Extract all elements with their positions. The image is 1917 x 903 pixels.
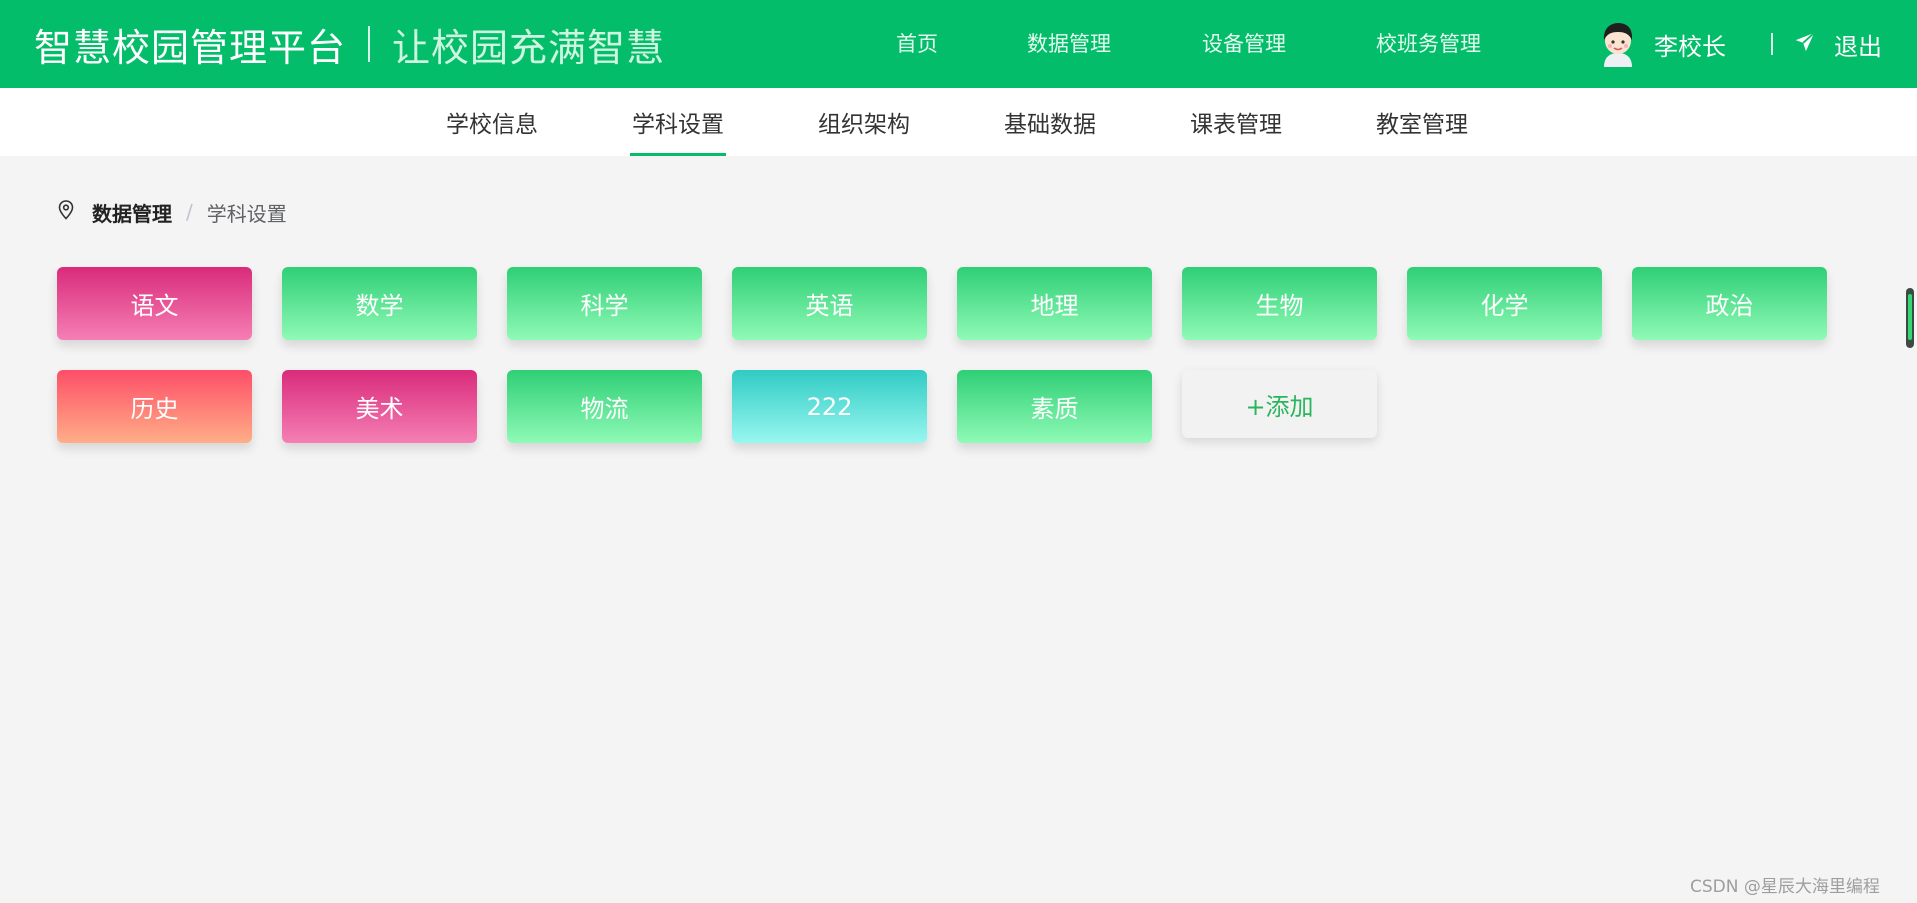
subject-card-chemistry[interactable]: 化学 bbox=[1407, 267, 1602, 340]
avatar bbox=[1598, 21, 1638, 67]
scrollbar[interactable] bbox=[1906, 288, 1914, 348]
subject-card-222[interactable]: 222 bbox=[732, 370, 927, 443]
subject-card-art[interactable]: 美术 bbox=[282, 370, 477, 443]
subject-card-science[interactable]: 科学 bbox=[507, 267, 702, 340]
breadcrumb-current: 学科设置 bbox=[206, 201, 287, 226]
brand: 智慧校园管理平台 让校园充满智慧 bbox=[34, 22, 665, 70]
subject-card-math[interactable]: 数学 bbox=[282, 267, 477, 340]
tab-classroom[interactable]: 教室管理 bbox=[1374, 88, 1470, 156]
logout-button[interactable]: 退出 bbox=[1794, 24, 1882, 64]
breadcrumb: 数据管理 / 学科设置 bbox=[58, 198, 287, 226]
subject-card-biology[interactable]: 生物 bbox=[1182, 267, 1377, 340]
top-header: 智慧校园管理平台 让校园充满智慧 首页 数据管理 设备管理 校班务管理 李校长 bbox=[0, 0, 1917, 88]
nav-class-affairs[interactable]: 校班务管理 bbox=[1376, 28, 1481, 60]
subject-card-politics[interactable]: 政治 bbox=[1632, 267, 1827, 340]
user-name: 李校长 bbox=[1654, 32, 1726, 61]
nav-home[interactable]: 首页 bbox=[896, 28, 938, 60]
subject-card-geography[interactable]: 地理 bbox=[957, 267, 1152, 340]
nav-data-management[interactable]: 数据管理 bbox=[1027, 28, 1111, 60]
subject-card-chinese[interactable]: 语文 bbox=[57, 267, 252, 340]
app-slogan: 让校园充满智慧 bbox=[392, 25, 666, 70]
sub-nav: 学校信息 学科设置 组织架构 基础数据 课表管理 教室管理 bbox=[0, 88, 1917, 156]
watermark: CSDN @星辰大海里编程 bbox=[1690, 877, 1880, 897]
location-pin-icon bbox=[58, 200, 74, 224]
breadcrumb-data-management[interactable]: 数据管理 bbox=[92, 198, 172, 227]
tab-school-info[interactable]: 学校信息 bbox=[444, 88, 540, 156]
nav-device-management[interactable]: 设备管理 bbox=[1202, 28, 1286, 60]
app-title: 智慧校园管理平台 bbox=[34, 25, 347, 70]
add-subject-button[interactable]: +添加 bbox=[1182, 370, 1377, 438]
send-icon bbox=[1794, 31, 1816, 57]
tab-organization[interactable]: 组织架构 bbox=[816, 88, 912, 156]
user-menu[interactable]: 李校长 bbox=[1598, 18, 1726, 70]
subject-card-history[interactable]: 历史 bbox=[57, 370, 252, 443]
subject-card-english[interactable]: 英语 bbox=[732, 267, 927, 340]
subject-card-quality[interactable]: 素质 bbox=[957, 370, 1152, 443]
breadcrumb-separator: / bbox=[186, 200, 193, 224]
tab-subject-settings[interactable]: 学科设置 bbox=[630, 88, 726, 156]
logout-label: 退出 bbox=[1834, 32, 1882, 61]
tab-timetable[interactable]: 课表管理 bbox=[1188, 88, 1284, 156]
subject-card-logistics[interactable]: 物流 bbox=[507, 370, 702, 443]
tab-basic-data[interactable]: 基础数据 bbox=[1002, 88, 1098, 156]
title-divider bbox=[368, 26, 371, 62]
header-divider bbox=[1771, 33, 1773, 55]
